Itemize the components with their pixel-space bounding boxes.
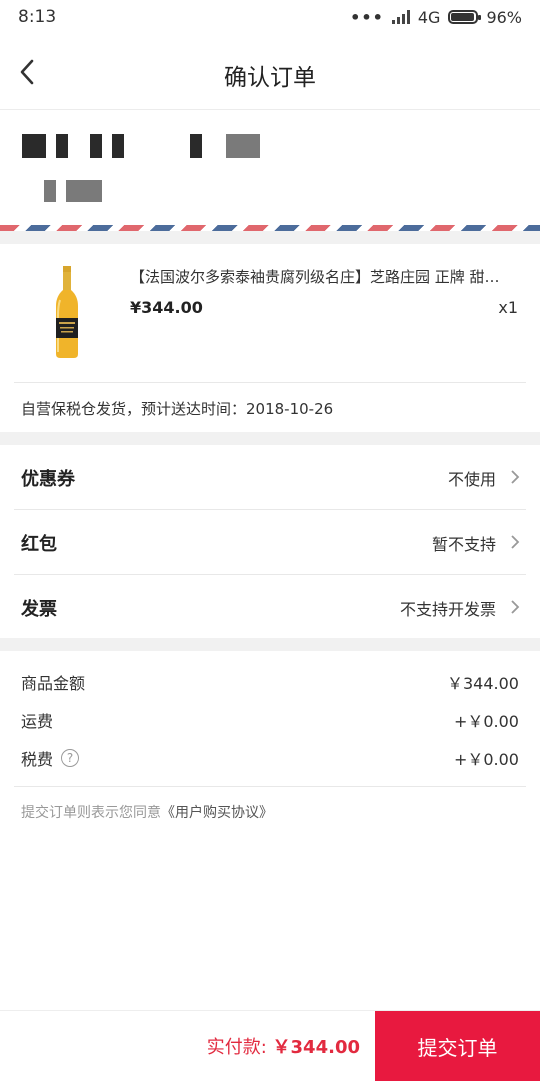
chevron-right-icon: [511, 535, 520, 549]
tax-label-group: 税费 ?: [21, 746, 80, 770]
bottom-bar: 实付款: ￥344.00 提交订单: [0, 1010, 540, 1081]
redacted-address: [44, 180, 56, 202]
more-dots-icon: •••: [350, 7, 384, 27]
red-packet-value: 暂不支持: [431, 535, 496, 554]
network-type: 4G: [417, 7, 441, 27]
product-name: 【法国波尔多索泰袖贵腐列级名庄】芝路庄园 正牌 甜…: [130, 268, 500, 286]
redacted-text: [112, 134, 124, 158]
redacted-text: [190, 134, 202, 158]
help-icon[interactable]: ?: [61, 749, 80, 767]
coupon-value: 不使用: [447, 470, 496, 489]
divider: [14, 382, 526, 383]
invoice-label: 发票: [21, 599, 57, 620]
signal-icon: [391, 10, 410, 24]
agreement-text: 提交订单则表示您同意《用户购买协议》: [21, 802, 273, 822]
freight-row: 运费 +￥0.00: [21, 708, 519, 738]
coupon-row[interactable]: 优惠券 不使用: [14, 445, 526, 509]
coupon-label: 优惠券: [21, 469, 75, 490]
pay-label: 实付款:: [206, 1037, 267, 1058]
red-packet-label: 红包: [21, 534, 57, 555]
redacted-text: [226, 134, 260, 158]
pay-amount: ￥344.00: [272, 1037, 360, 1058]
tax-label: 税费: [21, 750, 54, 769]
chevron-right-icon: [511, 470, 520, 484]
redacted-text: [56, 134, 68, 158]
section-gap: [0, 231, 540, 244]
goods-amount-value: ￥344.00: [447, 674, 519, 693]
status-bar: 8:13 ••• 4G 96%: [0, 0, 540, 34]
chevron-right-icon: [511, 600, 520, 614]
tax-row: 税费 ? +￥0.00: [21, 746, 519, 776]
section-gap: [0, 638, 540, 651]
redacted-name: [22, 134, 46, 158]
submit-order-button[interactable]: 提交订单: [375, 1011, 540, 1081]
freight-value: +￥0.00: [453, 712, 519, 731]
invoice-value: 不支持开发票: [399, 600, 496, 619]
agreement-link[interactable]: 《用户购买协议》: [161, 805, 273, 821]
address-card[interactable]: [0, 110, 540, 226]
tax-value: +￥0.00: [453, 750, 519, 769]
goods-amount-label: 商品金额: [21, 674, 86, 693]
page-title: 确认订单: [224, 65, 316, 91]
red-packet-row[interactable]: 红包 暂不支持: [14, 510, 526, 574]
invoice-row[interactable]: 发票 不支持开发票: [14, 575, 526, 639]
divider: [14, 786, 526, 787]
redacted-address: [66, 180, 102, 202]
product-item[interactable]: 【法国波尔多索泰袖贵腐列级名庄】芝路庄园 正牌 甜… ¥344.00 x1: [0, 244, 540, 384]
battery-percent: 96%: [486, 7, 522, 27]
status-indicators: ••• 4G 96%: [350, 8, 522, 27]
redacted-text: [90, 134, 102, 158]
wine-bottle-image: [56, 266, 78, 358]
freight-label: 运费: [21, 712, 54, 731]
agreement-prefix: 提交订单则表示您同意: [21, 805, 161, 821]
section-gap: [0, 432, 540, 445]
nav-header: 确认订单: [0, 34, 540, 110]
status-time: 8:13: [18, 7, 57, 27]
product-price: ¥344.00: [130, 298, 203, 317]
goods-amount-row: 商品金额 ￥344.00: [21, 670, 519, 700]
pay-total: 实付款: ￥344.00: [207, 1033, 360, 1059]
shipping-note: 自营保税仓发货，预计送达时间：2018-10-26: [21, 400, 334, 418]
battery-icon: [448, 10, 482, 24]
product-quantity: x1: [498, 298, 518, 317]
